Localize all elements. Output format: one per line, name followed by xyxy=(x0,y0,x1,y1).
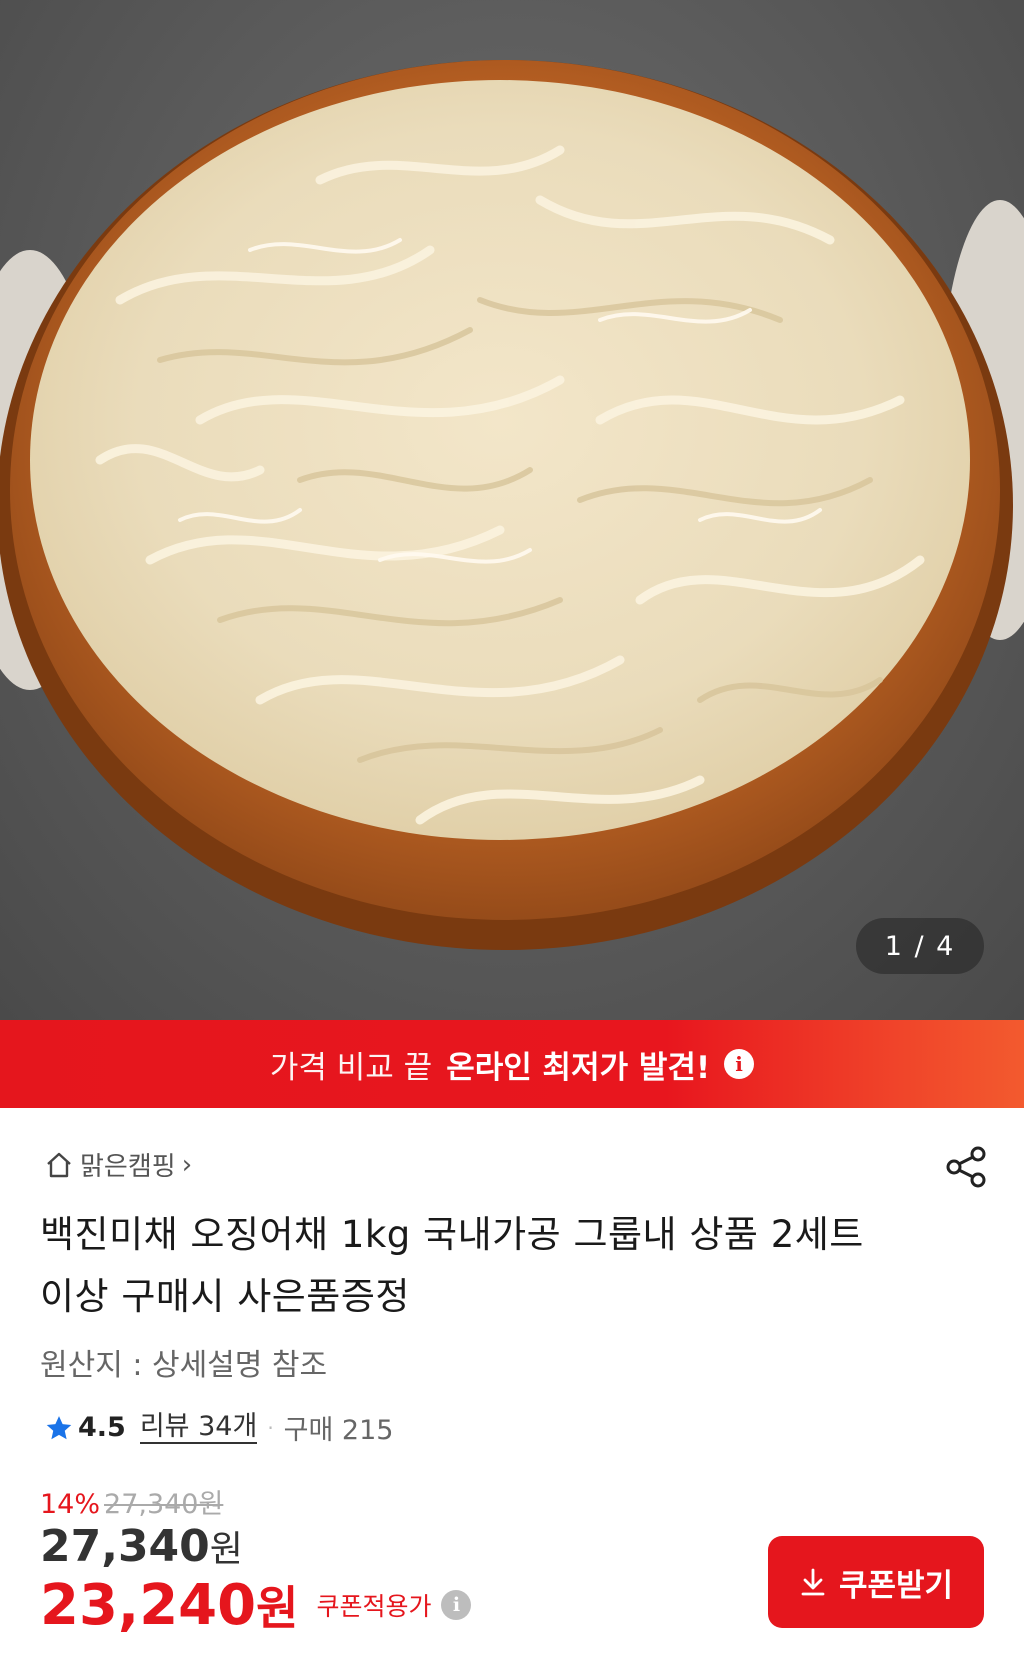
chevron-right-icon: › xyxy=(181,1149,193,1180)
coupon-price-label: 쿠폰적용가 xyxy=(316,1592,432,1621)
rating-row: 4.5 리뷰 34개 · 구매 215 xyxy=(44,1408,393,1447)
discount-row: 14% 27,340원 xyxy=(40,1482,223,1521)
banner-highlight: 온라인 최저가 발견! xyxy=(446,1049,711,1086)
purchase-count: 구매 215 xyxy=(283,1415,394,1446)
share-icon[interactable] xyxy=(944,1145,988,1189)
image-counter: 1 / 4 xyxy=(856,918,984,974)
product-origin: 원산지 : 상세설명 참조 xyxy=(40,1348,328,1383)
banner-text: 가격 비교 끝 xyxy=(269,1049,433,1086)
lowest-price-banner[interactable]: 가격 비교 끝 온라인 최저가 발견! i xyxy=(0,1020,1024,1108)
store-name: 맑은캠핑 xyxy=(80,1152,176,1182)
product-photo-illustration xyxy=(0,60,1024,950)
coupon-price: 23,240 원 쿠폰적용가 i xyxy=(40,1572,472,1638)
coupon-price-unit: 원 xyxy=(256,1581,299,1635)
discount-rate: 14% xyxy=(40,1489,101,1520)
coupon-price-value: 23,240 xyxy=(40,1572,257,1638)
get-coupon-button[interactable]: 쿠폰받기 xyxy=(768,1536,984,1628)
sale-price-unit: 원 xyxy=(209,1529,243,1570)
sale-price-value: 27,340 xyxy=(40,1521,210,1572)
product-title: 백진미채 오징어채 1kg 국내가공 그룹내 상품 2세트이상 구매시 사은품증… xyxy=(40,1213,864,1318)
review-count-link[interactable]: 리뷰 34개 xyxy=(139,1411,258,1444)
info-icon[interactable]: i xyxy=(724,1049,755,1079)
product-image[interactable]: 1 / 4 xyxy=(0,0,1024,1020)
coupon-info-icon[interactable]: i xyxy=(441,1590,472,1620)
get-coupon-label: 쿠폰받기 xyxy=(838,1567,954,1604)
separator: · xyxy=(267,1415,274,1440)
download-icon xyxy=(801,1568,825,1596)
home-icon xyxy=(47,1152,71,1177)
rating-score: 4.5 xyxy=(78,1412,126,1443)
store-link[interactable]: 맑은캠핑 › xyxy=(44,1146,192,1183)
original-price: 27,340원 xyxy=(104,1489,224,1520)
sale-price: 27,340원 xyxy=(40,1520,243,1572)
star-icon xyxy=(46,1415,72,1439)
